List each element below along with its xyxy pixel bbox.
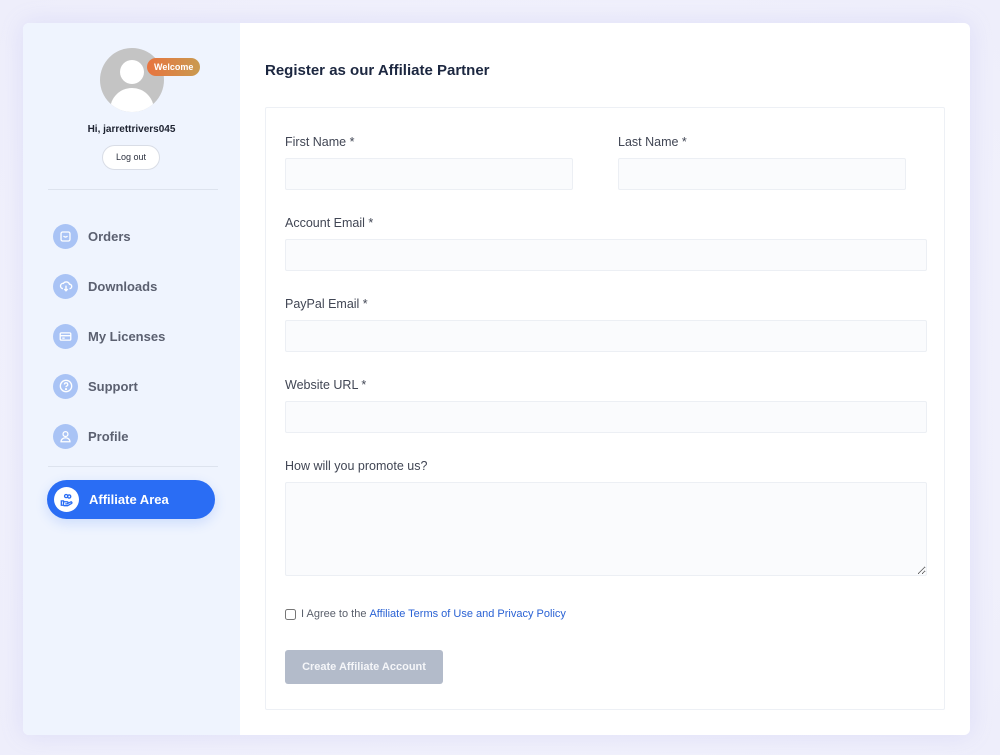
user-greeting: Hi, jarrettrivers045: [23, 124, 240, 135]
account-card: Welcome Hi, jarrettrivers045 Log out Ord…: [23, 23, 970, 735]
agree-text: I Agree to the: [301, 608, 366, 620]
sidebar-item-label: Profile: [88, 429, 128, 444]
credit-card-icon: [53, 324, 78, 349]
sidebar-item-downloads[interactable]: Downloads: [53, 272, 157, 300]
page-title: Register as our Affiliate Partner: [265, 62, 490, 79]
sidebar: Welcome Hi, jarrettrivers045 Log out Ord…: [23, 23, 240, 735]
sidebar-divider: [48, 466, 218, 467]
help-circle-icon: [53, 374, 78, 399]
sidebar-item-label: Support: [88, 379, 138, 394]
sidebar-item-my-licenses[interactable]: My Licenses: [53, 322, 165, 350]
last-name-label: Last Name *: [618, 135, 687, 149]
affiliate-hand-icon: [54, 487, 79, 512]
cloud-download-icon: [53, 274, 78, 299]
sidebar-item-orders[interactable]: Orders: [53, 222, 131, 250]
logout-button[interactable]: Log out: [102, 145, 160, 170]
shopping-bag-icon: [53, 224, 78, 249]
sidebar-item-support[interactable]: Support: [53, 372, 138, 400]
sidebar-item-label: Orders: [88, 229, 131, 244]
user-icon: [53, 424, 78, 449]
main-content: Register as our Affiliate Partner First …: [240, 23, 970, 735]
paypal-email-label: PayPal Email *: [285, 297, 368, 311]
create-affiliate-account-button[interactable]: Create Affiliate Account: [285, 650, 443, 684]
terms-link[interactable]: Affiliate Terms of Use and Privacy Polic…: [369, 608, 565, 620]
sidebar-item-label: My Licenses: [88, 329, 165, 344]
website-url-input[interactable]: [285, 401, 927, 433]
first-name-label: First Name *: [285, 135, 354, 149]
paypal-email-input[interactable]: [285, 320, 927, 352]
sidebar-item-profile[interactable]: Profile: [53, 422, 128, 450]
account-email-label: Account Email *: [285, 216, 373, 230]
terms-agreement-row: I Agree to the Affiliate Terms of Use an…: [285, 608, 566, 620]
sidebar-item-label: Downloads: [88, 279, 157, 294]
promote-label: How will you promote us?: [285, 459, 427, 473]
website-url-label: Website URL *: [285, 378, 366, 392]
sidebar-item-label: Affiliate Area: [89, 492, 169, 507]
sidebar-item-affiliate-area[interactable]: Affiliate Area: [47, 480, 215, 519]
first-name-input[interactable]: [285, 158, 573, 190]
avatar-head: [120, 60, 144, 84]
last-name-input[interactable]: [618, 158, 906, 190]
welcome-badge: Welcome: [147, 58, 200, 76]
promote-textarea[interactable]: [285, 482, 927, 576]
sidebar-divider: [48, 189, 218, 190]
affiliate-registration-form: First Name * Last Name * Account Email *…: [265, 107, 945, 710]
account-email-input[interactable]: [285, 239, 927, 271]
terms-checkbox[interactable]: [285, 609, 296, 620]
avatar-body: [110, 88, 154, 112]
